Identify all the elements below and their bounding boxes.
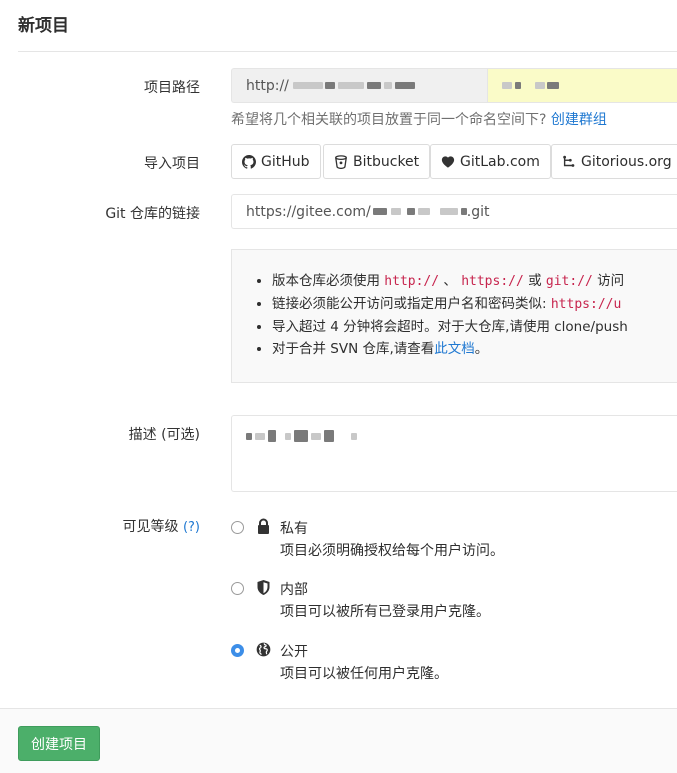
namespace-hint-text: 希望将几个相关联的项目放置于同一个命名空间下? [231, 112, 547, 128]
svn-docs-link[interactable]: 此文档 [434, 341, 475, 357]
info-line4-end: 。 [474, 341, 489, 357]
import-github-button[interactable]: GitHub [231, 144, 321, 179]
import-gitorious-button[interactable]: Gitorious.org [551, 144, 677, 179]
visibility-label: 可见等级 [122, 519, 179, 535]
heart-icon [441, 155, 455, 168]
visibility-public-desc: 项目可以被任何用户克隆。 [280, 666, 448, 682]
create-group-link[interactable]: 创建群组 [551, 112, 607, 128]
project-path-label: 项目路径 [144, 80, 200, 96]
visibility-public-title: 公开 [280, 644, 308, 660]
description-redacted-text [246, 428, 663, 444]
lock-icon [258, 518, 269, 534]
visibility-internal-title: 内部 [280, 582, 308, 598]
info-line1-text: 版本仓库必须使用 [272, 273, 380, 289]
info-line4-text: 对于合并 SVN 仓库,请查看 [272, 341, 435, 357]
description-textarea[interactable] [231, 415, 677, 492]
project-path-input[interactable] [487, 68, 677, 103]
visibility-radio-private[interactable] [231, 521, 244, 534]
info-line2-text: 链接必须能公开访问或指定用户名和密码类似: [272, 296, 547, 312]
info-code-git: git:// [545, 274, 593, 289]
visibility-label-group: 可见等级 (?) [123, 516, 201, 536]
git-url-input[interactable]: https://gitee.com/ .git [231, 194, 677, 229]
info-line1-end: 访问 [597, 273, 625, 289]
info-line1-sep: 、 [443, 273, 457, 289]
import-bitbucket-button[interactable]: Bitbucket [323, 144, 431, 179]
namespace-prefix: http:// [231, 68, 487, 103]
page-title: 新项目 [18, 16, 69, 36]
visibility-private-title: 私有 [280, 521, 308, 537]
globe-icon [256, 642, 271, 657]
import-gitlab-label: GitLab.com [460, 153, 540, 170]
create-project-button[interactable]: 创建项目 [18, 726, 100, 761]
form-actions: 创建项目 [0, 708, 677, 773]
info-timeout-item: 导入超过 4 分钟将会超时。对于大仓库,请使用 clone/push [272, 316, 677, 338]
import-project-label: 导入项目 [144, 156, 200, 172]
info-protocol-item: 版本仓库必须使用 http:// 、 https:// 或 git:// 访问 [272, 270, 677, 293]
project-path-group: http:// [231, 68, 677, 103]
shield-icon [257, 580, 270, 595]
import-gitorious-label: Gitorious.org [581, 153, 672, 170]
visibility-internal-desc: 项目可以被所有已登录用户克隆。 [280, 604, 490, 620]
import-info-box: 版本仓库必须使用 http:// 、 https:// 或 git:// 访问 … [231, 249, 677, 383]
git-url-value-end: .git [466, 203, 490, 220]
import-gitlab-button[interactable]: GitLab.com [430, 144, 551, 179]
visibility-private-desc: 项目必须明确授权给每个用户访问。 [280, 543, 504, 559]
bitbucket-icon [335, 154, 347, 169]
description-label: 描述 (可选) [128, 427, 200, 443]
git-url-label: Git 仓库的链接 [105, 206, 200, 222]
import-bitbucket-label: Bitbucket [353, 153, 420, 170]
import-github-label: GitHub [261, 153, 310, 170]
github-icon [242, 154, 256, 169]
visibility-radio-internal[interactable] [231, 582, 244, 595]
info-code-http: http:// [384, 274, 440, 289]
visibility-radio-public[interactable] [231, 644, 244, 657]
git-url-value-start: https://gitee.com/ [246, 203, 371, 220]
info-code-auth-url: https://u [550, 297, 622, 312]
info-line3-text: 导入超过 4 分钟将会超时。对于大仓库,请使用 clone/push [272, 319, 628, 335]
info-line1-or: 或 [528, 273, 542, 289]
info-svn-item: 对于合并 SVN 仓库,请查看此文档。 [272, 338, 677, 360]
info-code-https: https:// [461, 274, 524, 289]
visibility-help-link[interactable]: (?) [183, 520, 200, 535]
title-divider [18, 51, 677, 52]
gitorious-icon [563, 155, 575, 167]
info-access-item: 链接必须能公开访问或指定用户名和密码类似: https://u [272, 293, 677, 316]
namespace-hint: 希望将几个相关联的项目放置于同一个命名空间下? 创建群组 [231, 109, 607, 129]
namespace-prefix-text: http:// [246, 77, 289, 94]
